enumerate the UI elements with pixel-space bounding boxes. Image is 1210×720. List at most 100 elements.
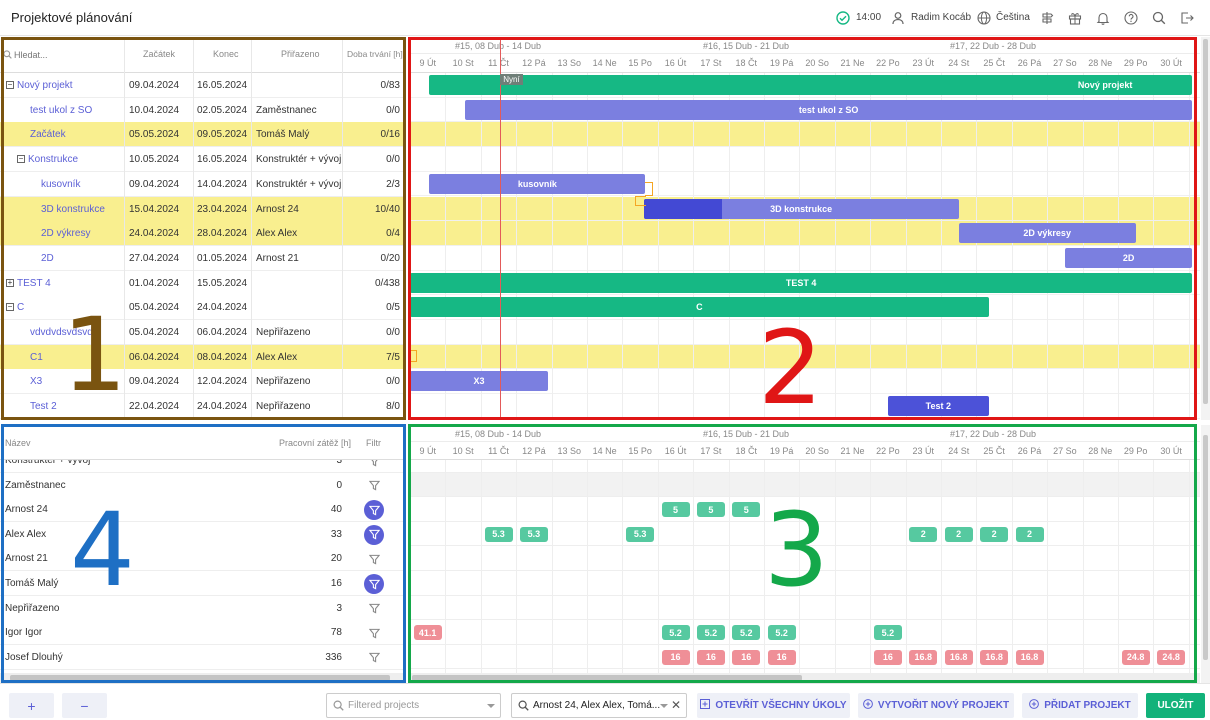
resource-row[interactable]: Arnost 24 40 <box>0 497 406 523</box>
gantt-bar[interactable]: test ukol z SO <box>464 99 1193 120</box>
expand-button[interactable]: + <box>9 693 54 718</box>
task-name[interactable]: TEST 4 <box>17 271 122 296</box>
gantt-bar[interactable]: 3D konstrukce <box>643 198 959 219</box>
gantt-bar[interactable]: Test 2 <box>887 396 989 417</box>
collapse-button[interactable]: − <box>62 693 107 718</box>
resource-row[interactable]: Tomáš Malý 16 <box>0 571 406 596</box>
load-chip[interactable]: 5.3 <box>626 526 655 542</box>
load-chip[interactable]: 24.8 <box>1157 649 1186 665</box>
scrollbar-thumb[interactable] <box>10 675 390 681</box>
load-chip[interactable]: 2 <box>909 526 938 542</box>
task-search-input[interactable] <box>14 47 120 63</box>
help-icon[interactable] <box>1123 10 1139 26</box>
filter-funnel-icon[interactable] <box>364 623 384 643</box>
load-chip[interactable]: 5 <box>696 502 725 518</box>
logout-icon[interactable] <box>1179 10 1195 26</box>
user-name[interactable]: Radim Kocáb <box>911 12 971 23</box>
load-chip[interactable]: 16 <box>732 649 761 665</box>
task-row[interactable]: 2D výkresy 24.04.2024 28.04.2024 Alex Alex 0… <box>0 221 406 247</box>
column-header-workload[interactable]: Pracovní zátěž [h] <box>279 438 351 448</box>
load-chip[interactable]: 16 <box>661 649 690 665</box>
gantt-bar[interactable]: Nový projekt <box>429 75 1193 95</box>
task-name[interactable]: 2D výkresy <box>41 221 122 246</box>
task-row[interactable]: − C 05.04.2024 24.04.2024 0/5 <box>0 295 406 321</box>
gantt-bar[interactable]: 2D výkresy <box>958 223 1136 244</box>
create-project-button[interactable]: VYTVOŘIT NOVÝ PROJEKT <box>858 693 1014 718</box>
task-name[interactable]: 3D konstrukce <box>41 197 122 222</box>
gantt-bar[interactable]: TEST 4 <box>410 272 1193 293</box>
resource-row[interactable]: Arnost 21 20 <box>0 546 406 572</box>
gantt-vertical-scrollbar[interactable] <box>1201 37 1210 420</box>
task-row[interactable]: + TEST 4 01.04.2024 15.05.2024 0/438 <box>0 270 406 296</box>
gantt-bar[interactable]: X3 <box>410 371 549 392</box>
chevron-down-icon[interactable] <box>487 704 495 708</box>
task-name[interactable]: Začátek <box>30 122 122 147</box>
load-vertical-scrollbar[interactable] <box>1201 425 1210 683</box>
column-header-end[interactable]: Konec <box>213 49 239 59</box>
projects-filter-select[interactable]: Filtered projects <box>326 693 501 718</box>
clear-icon[interactable]: ✕ <box>671 698 681 712</box>
resource-filter-select[interactable]: Arnost 24, Alex Alex, Tomá... ✕ <box>511 693 687 718</box>
gantt-bar[interactable]: kusovník <box>429 173 646 194</box>
language-selector[interactable]: Čeština <box>996 12 1030 23</box>
resource-row[interactable]: Igor Igor 78 <box>0 620 406 646</box>
gift-icon[interactable] <box>1067 10 1083 26</box>
task-name[interactable]: kusovník <box>41 172 122 197</box>
task-row[interactable]: test ukol z SO 10.04.2024 02.05.2024 Zaměst… <box>0 97 406 123</box>
scrollbar-thumb[interactable] <box>412 675 802 681</box>
load-chip[interactable]: 16.8 <box>980 649 1009 665</box>
load-chip[interactable]: 16 <box>696 649 725 665</box>
filter-funnel-icon[interactable] <box>364 549 384 569</box>
column-header-filter[interactable]: Filtr <box>366 438 381 448</box>
column-header-start[interactable]: Začátek <box>143 49 175 59</box>
resource-row[interactable]: Zaměstnanec 0 <box>0 472 406 498</box>
load-chip[interactable]: 5 <box>732 502 761 518</box>
load-chip[interactable]: 5.2 <box>661 625 690 641</box>
collapse-toggle-icon[interactable]: − <box>6 81 14 89</box>
load-chip[interactable]: 5.3 <box>484 526 513 542</box>
filter-funnel-icon[interactable] <box>364 648 384 668</box>
resource-row[interactable]: Nepřiřazeno 3 <box>0 595 406 621</box>
load-chip[interactable]: 16.8 <box>909 649 938 665</box>
resource-row[interactable]: Josef Dlouhý 336 <box>0 644 406 670</box>
filter-funnel-icon[interactable] <box>364 460 384 471</box>
bell-icon[interactable] <box>1095 10 1111 26</box>
gantt-bar[interactable]: C <box>410 297 989 318</box>
load-chip[interactable]: 16 <box>873 649 902 665</box>
resource-row[interactable]: Alex Alex 33 <box>0 521 406 547</box>
user-icon[interactable] <box>890 10 906 26</box>
task-row[interactable]: kusovník 09.04.2024 14.04.2024 Konstruktér … <box>0 171 406 197</box>
task-row[interactable]: − Konstrukce 10.05.2024 16.05.2024 Konstrukt… <box>0 147 406 173</box>
signpost-icon[interactable] <box>1039 10 1055 26</box>
load-chip[interactable]: 2 <box>1015 526 1044 542</box>
load-chip[interactable]: 24.8 <box>1121 649 1150 665</box>
search-icon[interactable] <box>1151 10 1167 26</box>
task-row[interactable]: vdvdvdsvdsvdv 05.04.2024 06.04.2024 Nepřiřa… <box>0 320 406 345</box>
column-header-assigned[interactable]: Přiřazeno <box>281 49 320 59</box>
scrollbar-thumb[interactable] <box>1203 39 1208 404</box>
filter-funnel-icon[interactable] <box>364 500 384 521</box>
chevron-down-icon[interactable] <box>660 704 668 708</box>
load-chip[interactable]: 16.8 <box>944 649 973 665</box>
task-row[interactable]: Test 2 22.04.2024 24.04.2024 Nepřiřazeno 8/0 <box>0 394 406 420</box>
load-chip[interactable]: 16.8 <box>1015 649 1044 665</box>
collapse-toggle-icon[interactable]: − <box>6 303 14 312</box>
expand-toggle-icon[interactable]: + <box>6 278 14 287</box>
resource-row[interactable]: Konstruktér + vývoj 3 <box>0 460 406 473</box>
task-row[interactable]: C1 06.04.2024 08.04.2024 Alex Alex 7/5 <box>0 344 406 370</box>
scrollbar-thumb[interactable] <box>1203 435 1208 660</box>
task-name[interactable]: Nový projekt <box>17 73 122 98</box>
load-chip[interactable]: 5.2 <box>767 625 796 641</box>
task-name[interactable]: 2D <box>41 246 122 271</box>
filter-funnel-icon[interactable] <box>364 574 384 594</box>
column-header-name[interactable]: Název <box>5 438 31 448</box>
load-horizontal-scrollbar[interactable] <box>408 673 1200 683</box>
task-name[interactable]: Konstrukce <box>28 147 122 172</box>
globe-icon[interactable] <box>976 10 992 26</box>
load-chip[interactable]: 5 <box>661 502 690 518</box>
load-chip[interactable]: 2 <box>944 526 973 542</box>
gantt-bar[interactable]: 2D <box>1064 247 1193 268</box>
filter-funnel-icon[interactable] <box>364 524 384 545</box>
column-header-duration[interactable]: Doba trvání [h] <box>347 49 403 59</box>
collapse-toggle-icon[interactable]: − <box>17 155 25 164</box>
